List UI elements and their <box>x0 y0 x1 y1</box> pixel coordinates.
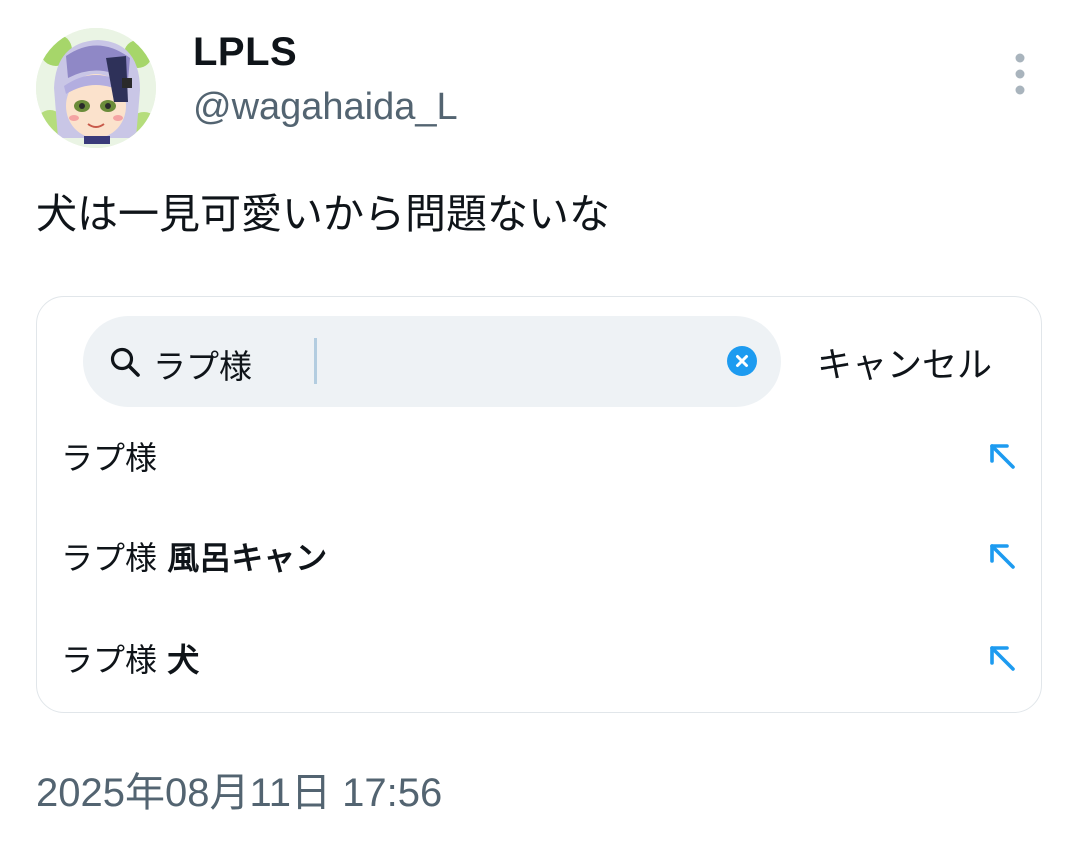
display-name[interactable]: LPLS <box>193 30 297 75</box>
suggestion-prefix: ラプ様 <box>61 439 158 477</box>
text-caret <box>314 338 317 384</box>
suggestion-prefix: ラプ様 <box>61 539 158 577</box>
suggestion-text: ラプ様 犬 <box>61 635 199 681</box>
avatar[interactable] <box>36 28 156 148</box>
clear-icon[interactable] <box>726 345 758 377</box>
user-handle[interactable]: @wagahaida_L <box>193 86 458 129</box>
tweet-text: 犬は一見可愛いから問題ないな <box>36 190 610 238</box>
cancel-button[interactable]: キャンセル <box>817 337 992 388</box>
suggestion-text: ラプ様 風呂キャン <box>61 533 327 579</box>
more-vertical-icon <box>1015 53 1025 95</box>
search-suggestion-1[interactable]: ラプ様 <box>37 407 1041 499</box>
arrow-up-left-icon[interactable] <box>985 641 1019 675</box>
search-input[interactable]: ラプ様 <box>153 340 252 388</box>
arrow-up-left-icon[interactable] <box>985 539 1019 573</box>
search-suggestion-3[interactable]: ラプ様 犬 <box>37 609 1041 701</box>
search-bar[interactable]: ラプ様 <box>83 316 781 407</box>
search-suggestion-2[interactable]: ラプ様 風呂キャン <box>37 507 1041 599</box>
suggestion-completion: 風呂キャン <box>167 539 328 577</box>
suggestion-prefix: ラプ様 <box>61 641 158 679</box>
arrow-up-left-icon[interactable] <box>985 439 1019 473</box>
suggestion-completion: 犬 <box>167 641 200 679</box>
avatar-illustration <box>36 28 156 148</box>
tweet-timestamp[interactable]: 2025年08月11日 17:56 <box>36 760 442 818</box>
embedded-screenshot-card[interactable]: ラプ様 キャンセル ラプ様 ラプ様 風呂キャン ラプ様 犬 <box>36 296 1042 713</box>
search-icon <box>108 345 142 379</box>
suggestion-text: ラプ様 <box>61 433 157 479</box>
more-options-button[interactable] <box>1003 48 1037 100</box>
